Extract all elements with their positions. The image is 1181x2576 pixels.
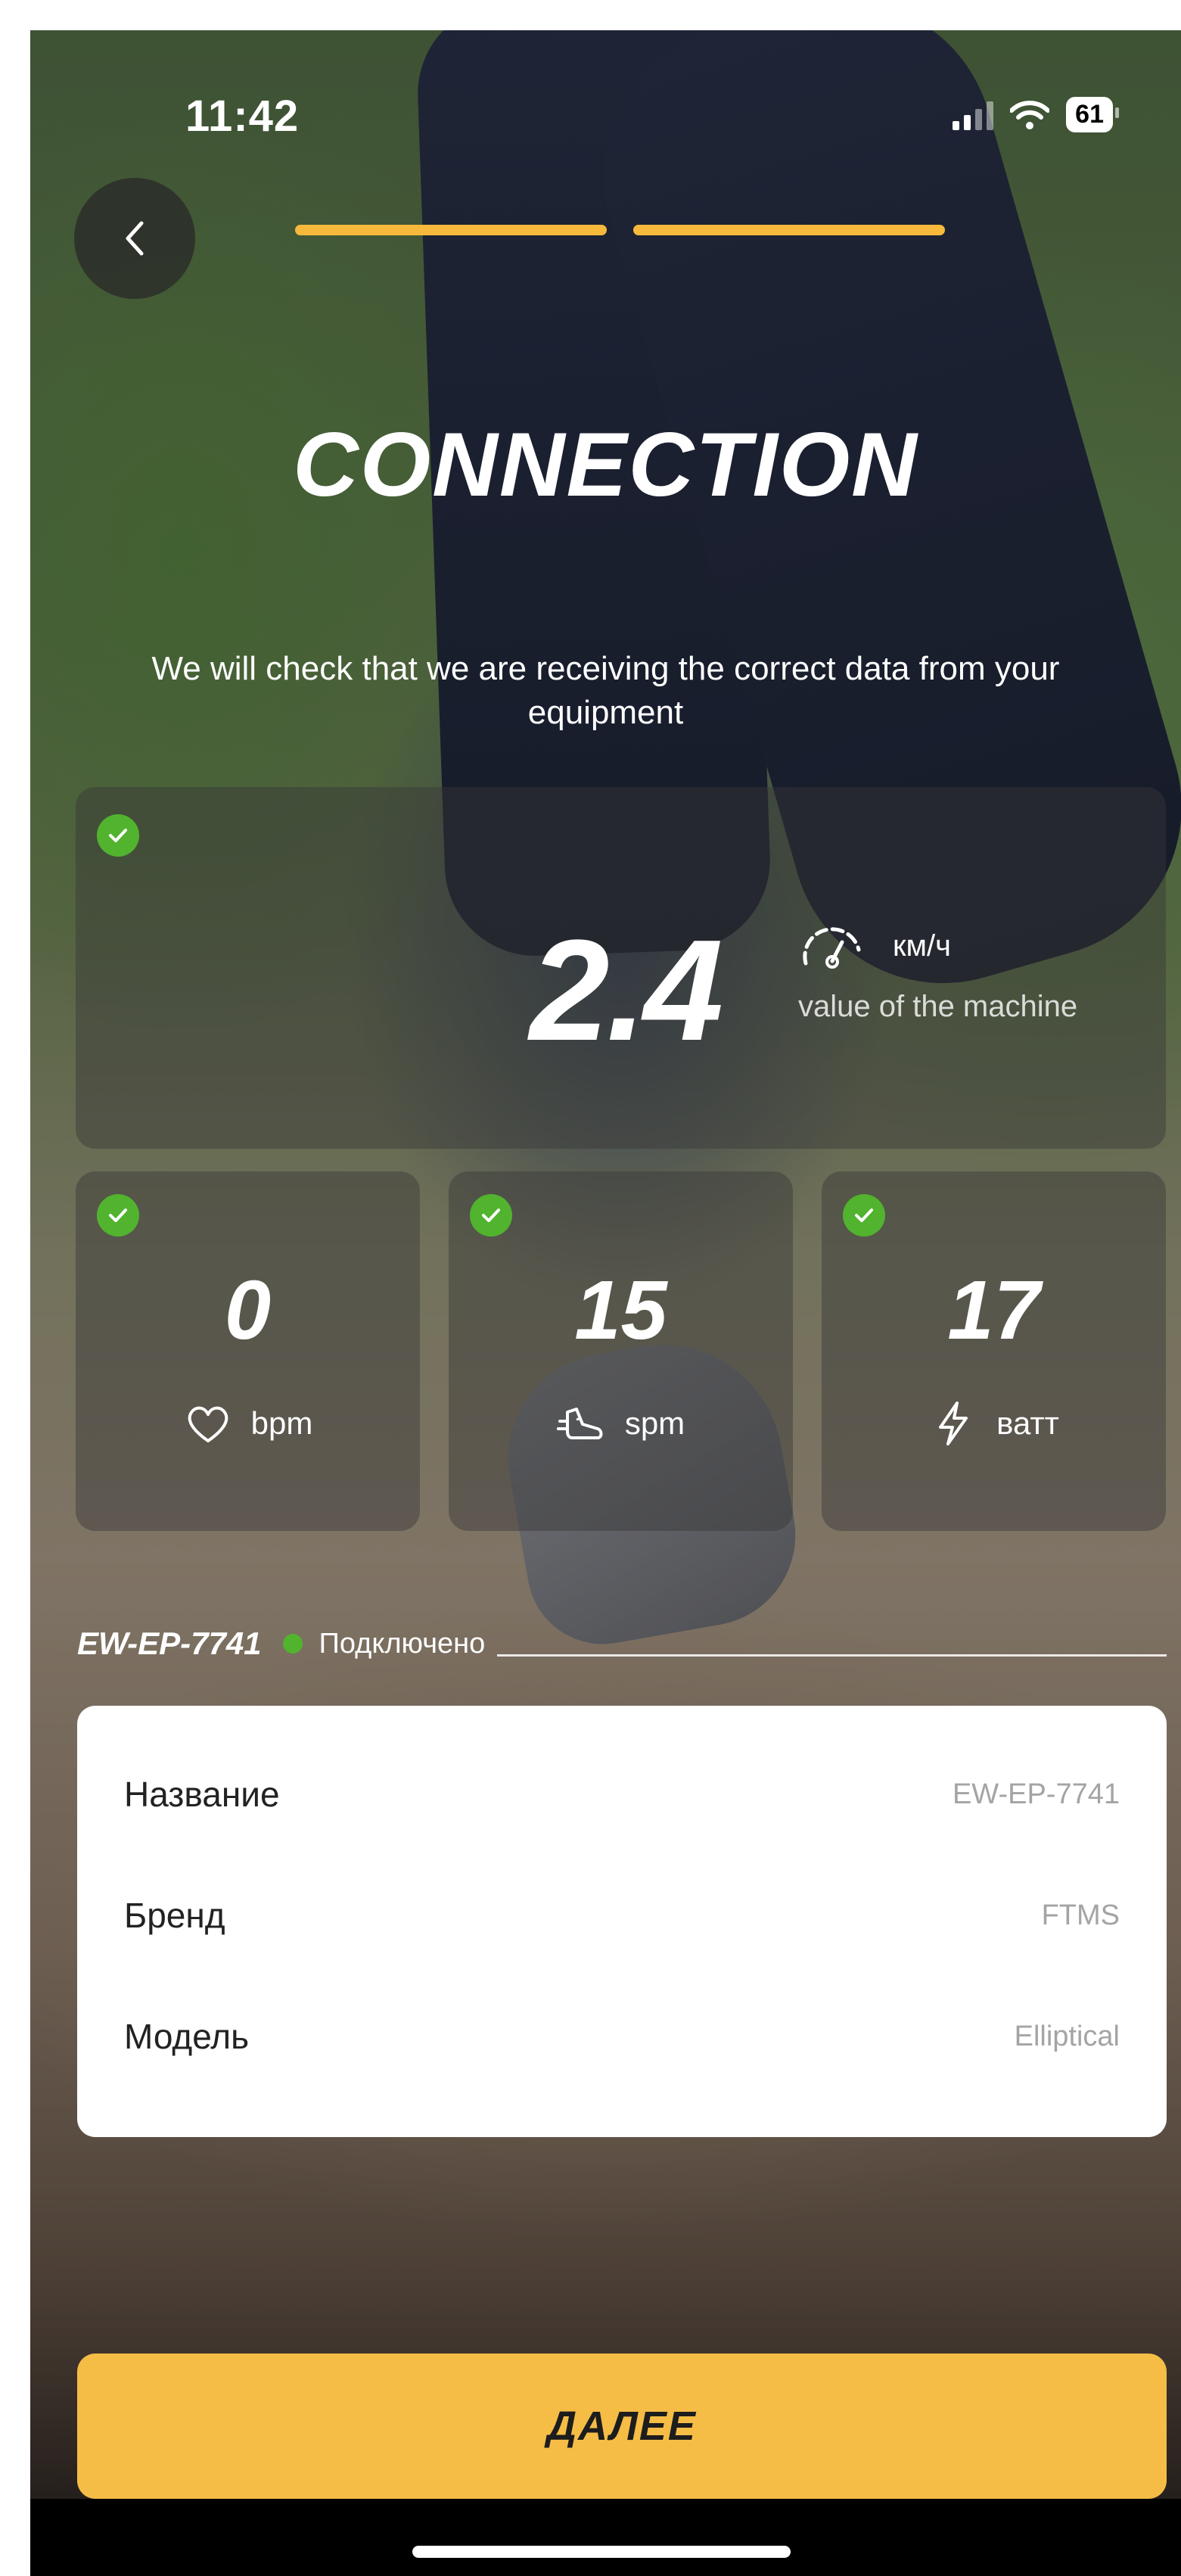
info-value: Elliptical — [1014, 2020, 1120, 2052]
check-icon — [97, 814, 139, 857]
speed-caption: value of the machine — [798, 990, 1078, 1023]
progress-step-2 — [633, 225, 945, 235]
bottom-bar — [30, 2499, 1181, 2576]
divider — [497, 1654, 1167, 1657]
heart-icon — [188, 1406, 228, 1442]
check-icon — [97, 1194, 139, 1237]
heart-rate-card: 0 bpm — [76, 1171, 420, 1531]
info-label: Название — [124, 1775, 280, 1814]
wifi-icon — [1010, 100, 1050, 129]
device-status-row: EW-EP-7741 Подключено — [77, 1626, 1167, 1662]
shoe-icon — [556, 1408, 603, 1439]
speed-value: 2.4 — [530, 910, 723, 1071]
cadence-card: 15 spm — [449, 1171, 793, 1531]
info-row-brand: Бренд FTMS — [124, 1895, 1120, 1936]
check-icon — [470, 1194, 512, 1237]
device-info-card: Название EW-EP-7741 Бренд FTMS Модель El… — [77, 1706, 1167, 2137]
device-name: EW-EP-7741 — [77, 1626, 262, 1661]
next-button[interactable]: ДАЛЕЕ — [77, 2354, 1167, 2499]
power-unit: ватт — [996, 1405, 1059, 1441]
signal-icon — [953, 100, 994, 130]
back-button[interactable] — [74, 178, 195, 299]
speed-unit: км/ч — [893, 929, 951, 963]
battery-indicator: 61 — [1066, 97, 1119, 132]
power-value: 17 — [947, 1264, 1040, 1357]
heart-rate-value: 0 — [224, 1264, 272, 1357]
heart-rate-unit: bpm — [250, 1405, 313, 1441]
info-value: FTMS — [1041, 1899, 1120, 1931]
connected-dot — [282, 1634, 303, 1654]
chevron-left-icon — [126, 221, 144, 256]
power-card: 17 ватт — [822, 1171, 1166, 1531]
info-label: Бренд — [124, 1896, 225, 1935]
home-indicator[interactable] — [412, 2546, 791, 2558]
connection-status: Подключено — [319, 1627, 486, 1660]
app-screen: 11:42 61 CONNECTION We will check that w… — [30, 30, 1181, 2576]
speed-card: 2.4 км/ч value of the machine — [76, 787, 1166, 1149]
status-time: 11:42 — [185, 92, 300, 141]
check-icon — [843, 1194, 885, 1237]
info-row-model: Модель Elliptical — [124, 2016, 1120, 2057]
cadence-value: 15 — [574, 1264, 667, 1357]
status-icons: 61 — [953, 97, 1119, 132]
info-row-name: Название EW-EP-7741 — [124, 1774, 1120, 1815]
page-title: CONNECTION — [293, 414, 918, 515]
page-subtitle: We will check that we are receiving the … — [151, 650, 1060, 731]
speedometer-icon — [803, 927, 861, 969]
lightning-icon — [939, 1402, 968, 1445]
cadence-unit: spm — [624, 1405, 685, 1441]
info-value: EW-EP-7741 — [952, 1778, 1120, 1810]
info-label: Модель — [124, 2017, 250, 2056]
progress-step-1 — [295, 225, 607, 235]
